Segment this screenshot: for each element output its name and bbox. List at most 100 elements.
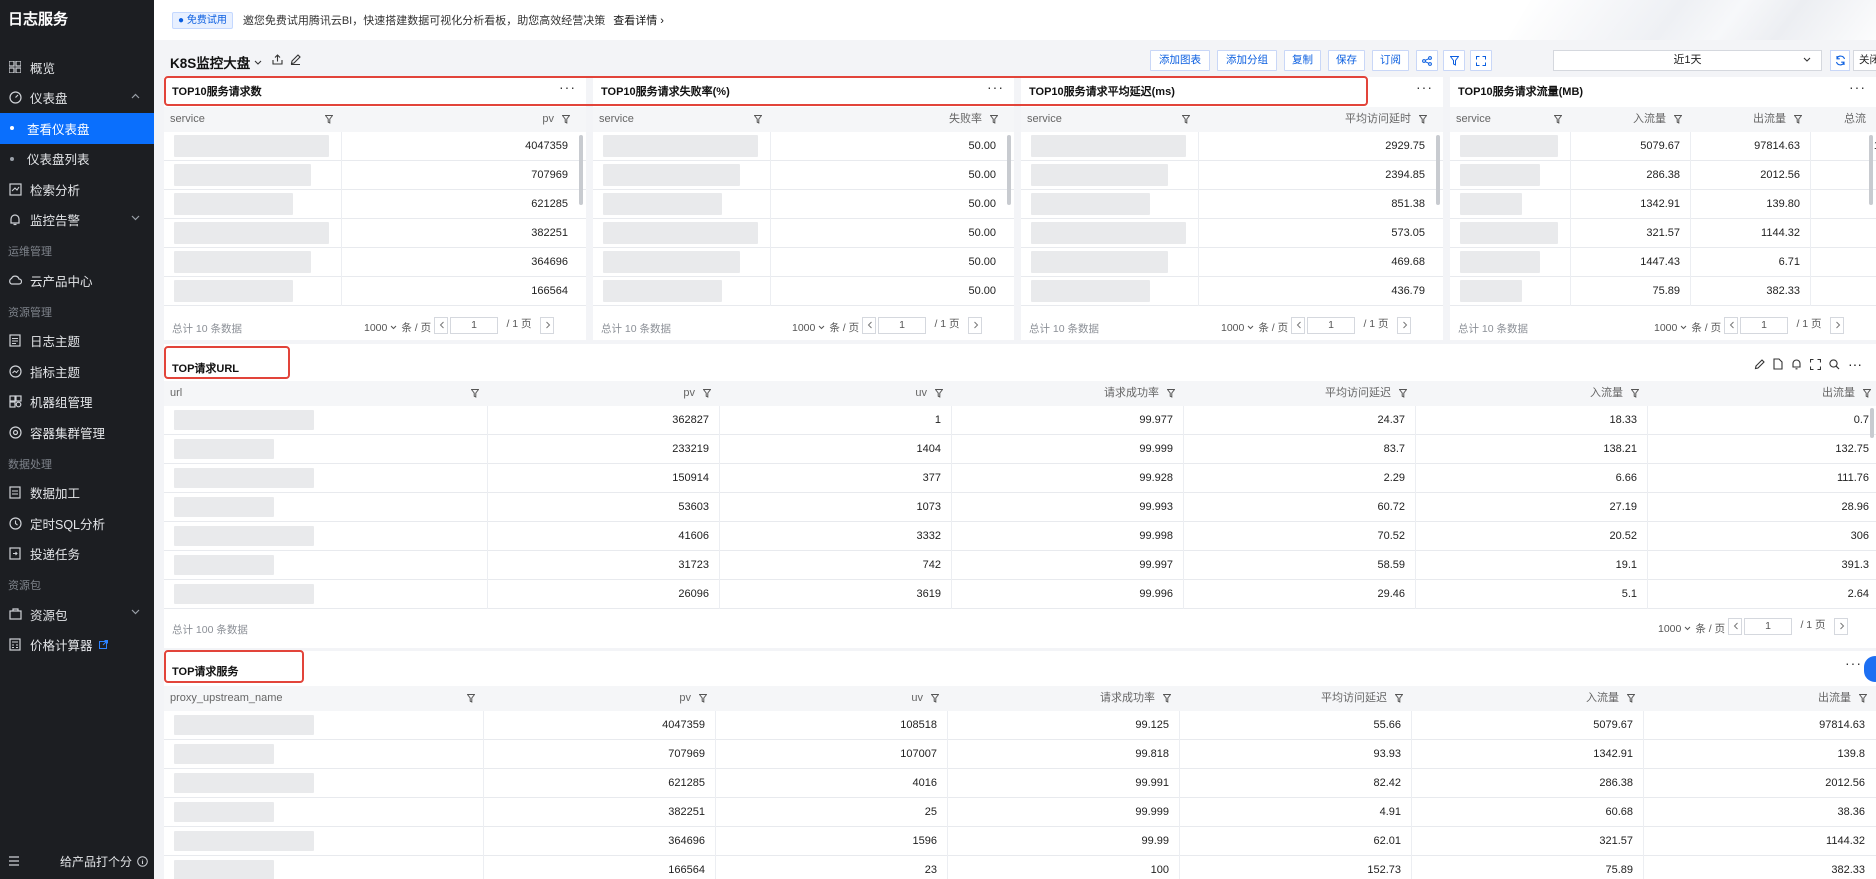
- sidebar-item-overview[interactable]: 概览: [0, 52, 154, 83]
- prev-page-button[interactable]: [862, 317, 876, 334]
- column-header[interactable]: 出流量: [1690, 107, 1810, 132]
- filter-icon[interactable]: [1859, 694, 1867, 703]
- prev-page-button[interactable]: [1728, 618, 1742, 635]
- filter-button[interactable]: [1443, 50, 1465, 71]
- scrollbar[interactable]: [579, 135, 583, 205]
- table-row[interactable]: 50.00: [593, 132, 1014, 161]
- page-size-select[interactable]: 1000 条 / 页: [792, 320, 859, 335]
- document-icon[interactable]: [1773, 358, 1783, 370]
- column-header[interactable]: url: [164, 381, 487, 406]
- add-group-button[interactable]: 添加分组: [1217, 50, 1277, 71]
- scrollbar[interactable]: [1870, 408, 1874, 438]
- prev-page-button[interactable]: [1291, 317, 1305, 334]
- column-header[interactable]: service: [593, 107, 770, 132]
- column-header[interactable]: 失败率: [770, 107, 1006, 132]
- column-header[interactable]: proxy_upstream_name: [164, 686, 483, 711]
- more-icon[interactable]: ···: [1848, 357, 1862, 371]
- dashboard-selector[interactable]: K8S监控大盘: [170, 52, 262, 72]
- save-button[interactable]: 保存: [1328, 50, 1365, 71]
- bell-icon[interactable]: [1791, 358, 1802, 370]
- table-row[interactable]: 382251 25 99.999 4.91 60.68 38.36: [164, 798, 1876, 827]
- table-row[interactable]: 4047359: [164, 132, 586, 161]
- filter-icon[interactable]: [989, 115, 998, 124]
- page-input[interactable]: 1: [1740, 317, 1788, 334]
- column-header[interactable]: service: [1021, 107, 1198, 132]
- filter-icon[interactable]: [1863, 389, 1871, 398]
- next-page-button[interactable]: [1830, 317, 1844, 334]
- table-row[interactable]: 707969 107007 99.818 93.93 1342.91 139.8: [164, 740, 1876, 769]
- filter-icon[interactable]: [1167, 389, 1175, 398]
- column-header[interactable]: 请求成功率: [947, 686, 1179, 711]
- table-row[interactable]: 5079.67 97814.63 1: [1450, 132, 1876, 161]
- table-row[interactable]: 621285: [164, 190, 586, 219]
- sidebar-item-price-calculator[interactable]: 价格计算器: [0, 630, 154, 661]
- table-row[interactable]: 573.05: [1021, 219, 1443, 248]
- table-row[interactable]: 150914 377 99.928 2.29 6.66 111.76: [164, 464, 1876, 493]
- table-row[interactable]: 1447.43 6.71: [1450, 248, 1876, 277]
- assistant-float-button[interactable]: [1864, 656, 1876, 682]
- table-row[interactable]: 50.00: [593, 219, 1014, 248]
- filter-icon[interactable]: [1163, 694, 1171, 703]
- column-header[interactable]: pv: [483, 686, 715, 711]
- export-icon[interactable]: [272, 54, 283, 65]
- table-row[interactable]: 2929.75: [1021, 132, 1443, 161]
- column-header[interactable]: 总流: [1810, 107, 1876, 132]
- scrollbar[interactable]: [1007, 135, 1011, 205]
- table-row[interactable]: 4047359 108518 99.125 55.66 5079.67 97814.63: [164, 711, 1876, 740]
- table-row[interactable]: 364696 1596 99.99 62.01 321.57 1144.32: [164, 827, 1876, 856]
- sidebar-item-data-process[interactable]: 数据加工: [0, 478, 154, 509]
- next-page-button[interactable]: [540, 317, 554, 334]
- sidebar-item-log-topic[interactable]: 日志主题: [0, 326, 154, 357]
- scrollbar[interactable]: [1869, 135, 1873, 205]
- filter-icon[interactable]: [1182, 115, 1191, 124]
- sidebar-item-scheduled-sql[interactable]: 定时SQL分析: [0, 508, 154, 539]
- table-row[interactable]: 382251: [164, 219, 586, 248]
- filter-icon[interactable]: [561, 115, 570, 124]
- filter-icon[interactable]: [1399, 389, 1407, 398]
- column-header[interactable]: 请求成功率: [951, 381, 1183, 406]
- page-input[interactable]: 1: [450, 317, 498, 334]
- filter-icon[interactable]: [703, 389, 711, 398]
- more-icon[interactable]: ···: [1416, 79, 1433, 95]
- column-header[interactable]: 入流量: [1570, 107, 1690, 132]
- page-size-select[interactable]: 1000 条 / 页: [1221, 320, 1288, 335]
- sidebar-item-cloud-center[interactable]: 云产品中心: [0, 265, 154, 296]
- column-header[interactable]: 出流量: [1647, 381, 1876, 406]
- page-input[interactable]: 1: [1307, 317, 1355, 334]
- sidebar-item-view-dashboard[interactable]: 查看仪表盘: [0, 113, 154, 144]
- filter-icon[interactable]: [1631, 389, 1639, 398]
- page-size-select[interactable]: 1000 条 / 页: [1658, 621, 1725, 636]
- table-row[interactable]: 166564: [164, 277, 586, 306]
- column-header[interactable]: 入流量: [1411, 686, 1643, 711]
- table-row[interactable]: 41606 3332 99.998 70.52 20.52 306: [164, 522, 1876, 551]
- filter-icon[interactable]: [1418, 115, 1427, 124]
- table-row[interactable]: 50.00: [593, 190, 1014, 219]
- more-icon[interactable]: ···: [1845, 655, 1862, 671]
- sidebar-item-metric-topic[interactable]: 指标主题: [0, 356, 154, 387]
- edit-icon[interactable]: [290, 54, 301, 65]
- filter-icon[interactable]: [467, 694, 475, 703]
- table-row[interactable]: 53603 1073 99.993 60.72 27.19 28.96: [164, 493, 1876, 522]
- refresh-button[interactable]: [1830, 50, 1850, 71]
- column-header[interactable]: pv: [487, 381, 719, 406]
- table-row[interactable]: 50.00: [593, 248, 1014, 277]
- next-page-button[interactable]: [1834, 618, 1848, 635]
- more-icon[interactable]: ···: [1849, 79, 1866, 95]
- table-row[interactable]: 707969: [164, 161, 586, 190]
- filter-icon[interactable]: [935, 389, 943, 398]
- table-row[interactable]: 436.79: [1021, 277, 1443, 306]
- filter-icon[interactable]: [1627, 694, 1635, 703]
- fullscreen-icon[interactable]: [1810, 358, 1821, 370]
- filter-icon[interactable]: [1674, 115, 1682, 124]
- sidebar-item-machine-group[interactable]: 机器组管理: [0, 387, 154, 418]
- time-range-select[interactable]: 近1天: [1553, 50, 1822, 71]
- column-header[interactable]: 平均访问延时: [1198, 107, 1435, 132]
- table-row[interactable]: 469.68: [1021, 248, 1443, 277]
- feedback-link[interactable]: 给产品打个分: [60, 853, 148, 870]
- edit-icon[interactable]: [1754, 358, 1765, 370]
- fullscreen-button[interactable]: [1470, 50, 1492, 71]
- more-icon[interactable]: ···: [987, 79, 1004, 95]
- column-header[interactable]: 平均访问延迟: [1179, 686, 1411, 711]
- page-size-select[interactable]: 1000 条 / 页: [1654, 320, 1721, 335]
- filter-icon[interactable]: [1794, 115, 1802, 124]
